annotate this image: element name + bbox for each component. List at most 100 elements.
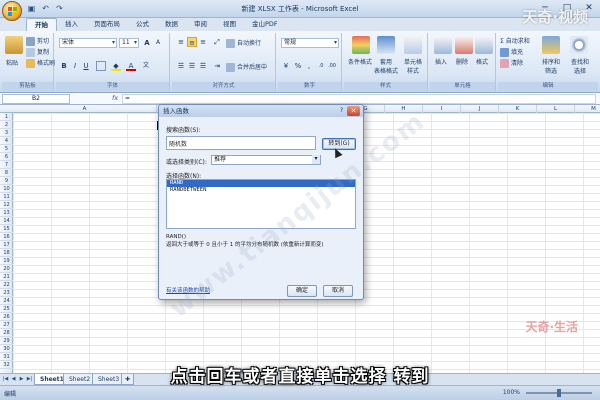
align-center-button[interactable]: ☰ [187,61,197,71]
row-header-13[interactable]: 13 [0,209,13,217]
category-select[interactable]: 推荐 [211,155,321,165]
row-header-26[interactable]: 26 [0,313,13,321]
row-header-20[interactable]: 20 [0,265,13,273]
percent-button[interactable]: % [293,61,303,71]
format-as-table-button[interactable]: 套用 表格格式 [372,57,400,75]
tab-formulas[interactable]: 公式 [128,18,157,31]
conditional-format-button[interactable]: 条件格式 [346,57,374,66]
font-name-combo[interactable]: 宋体 [59,38,117,48]
row-header-22[interactable]: 22 [0,281,13,289]
cell-styles-button[interactable]: 单元格 样式 [400,57,426,75]
row-header-8[interactable]: 8 [0,169,13,177]
row-header-16[interactable]: 16 [0,233,13,241]
cut-button[interactable]: 剪切 [26,36,49,46]
zoom-level[interactable]: 100% [503,389,520,396]
clear-button[interactable]: 清除 [500,58,523,68]
format-painter-button[interactable]: 格式刷 [26,58,55,68]
copy-button[interactable]: 复制 [26,47,49,57]
row-header-2[interactable]: 2 [0,121,13,129]
tab-insert[interactable]: 插入 [57,18,86,31]
sort-filter-button[interactable]: 排序和 筛选 [538,57,564,75]
wrap-text-button[interactable]: 自动换行 [226,38,261,48]
row-header-10[interactable]: 10 [0,185,13,193]
column-header-l[interactable]: L [537,105,575,113]
office-button[interactable] [2,1,22,21]
row-header-7[interactable]: 7 [0,161,13,169]
border-button[interactable] [96,61,106,71]
row-header-5[interactable]: 5 [0,145,13,153]
bold-button[interactable]: B [59,61,69,71]
decrease-decimal-button[interactable]: .00 [327,61,337,71]
cancel-button[interactable]: 取消 [323,285,353,297]
font-size-combo[interactable]: 11 [119,38,139,48]
row-header-25[interactable]: 25 [0,305,13,313]
name-box[interactable]: B2 [2,94,70,104]
paste-icon[interactable] [5,36,23,54]
font-color-button[interactable]: A [126,61,136,71]
column-header-m[interactable]: M [575,105,600,113]
align-top-button[interactable]: ≡ [176,37,186,47]
number-format-combo[interactable]: 常规 [281,38,339,48]
zoom-slider-knob[interactable] [557,389,561,397]
dialog-help-button[interactable]: ? [337,107,346,115]
tab-review[interactable]: 审阅 [186,18,215,31]
row-header-29[interactable]: 29 [0,337,13,345]
merge-center-button[interactable]: 合并后居中 [226,62,267,72]
row-header-21[interactable]: 21 [0,273,13,281]
tab-data[interactable]: 数据 [157,18,186,31]
currency-button[interactable]: ¥ [281,61,291,71]
column-header-a[interactable]: A [13,105,157,113]
row-header-28[interactable]: 28 [0,329,13,337]
tab-kingsoft-pdf[interactable]: 金山PDF [244,18,286,31]
search-function-input[interactable]: 随机数 [166,136,316,150]
align-bottom-button[interactable]: ≡ [198,37,208,47]
format-cells-button[interactable]: 格式 [476,57,488,66]
zoom-slider[interactable] [526,389,592,397]
comma-button[interactable]: , [304,61,314,71]
fill-button[interactable]: 填充 [500,47,523,57]
align-middle-button[interactable]: ≡ [187,37,197,47]
tab-page-layout[interactable]: 页面布局 [86,18,128,31]
shrink-font-button[interactable]: A [153,38,163,48]
row-header-24[interactable]: 24 [0,297,13,305]
fill-color-button[interactable]: ◆ [111,61,121,71]
row-header-31[interactable]: 31 [0,353,13,361]
find-select-button[interactable]: 查找和 选择 [566,57,594,75]
autosum-button[interactable]: Σ 自动求和 [500,36,530,45]
row-header-27[interactable]: 27 [0,321,13,329]
column-header-k[interactable]: K [499,105,537,113]
delete-cells-button[interactable]: 删除 [456,57,468,66]
row-header-19[interactable]: 19 [0,257,13,265]
insert-cells-button[interactable]: 插入 [435,57,447,66]
row-header-9[interactable]: 9 [0,177,13,185]
column-header-j[interactable]: J [461,105,499,113]
increase-decimal-button[interactable]: .0 [316,61,326,71]
tab-view[interactable]: 视图 [215,18,244,31]
ok-button[interactable]: 确定 [287,285,317,297]
row-header-12[interactable]: 12 [0,201,13,209]
align-left-button[interactable]: ☰ [176,61,186,71]
row-header-23[interactable]: 23 [0,289,13,297]
phonetic-button[interactable]: 文 [141,61,151,71]
row-header-11[interactable]: 11 [0,193,13,201]
row-header-4[interactable]: 4 [0,137,13,145]
underline-button[interactable]: U [81,61,91,71]
row-header-1[interactable]: 1 [0,113,13,121]
row-header-6[interactable]: 6 [0,153,13,161]
fx-icon[interactable]: fx [112,94,118,102]
tab-home[interactable]: 开始 [26,18,57,31]
row-header-17[interactable]: 17 [0,241,13,249]
indent-button[interactable]: ⇥ [212,61,222,71]
formula-input[interactable]: = [122,94,596,104]
row-header-14[interactable]: 14 [0,217,13,225]
orientation-button[interactable]: ⤢ [212,37,222,47]
italic-button[interactable]: I [70,61,80,71]
align-right-button[interactable]: ☰ [198,61,208,71]
dialog-close-button[interactable]: ✕ [347,106,360,116]
row-header-15[interactable]: 15 [0,225,13,233]
column-header-i[interactable]: I [423,105,461,113]
row-header-18[interactable]: 18 [0,249,13,257]
row-header-3[interactable]: 3 [0,129,13,137]
paste-button[interactable]: 粘贴 [6,58,18,67]
row-header-30[interactable]: 30 [0,345,13,353]
